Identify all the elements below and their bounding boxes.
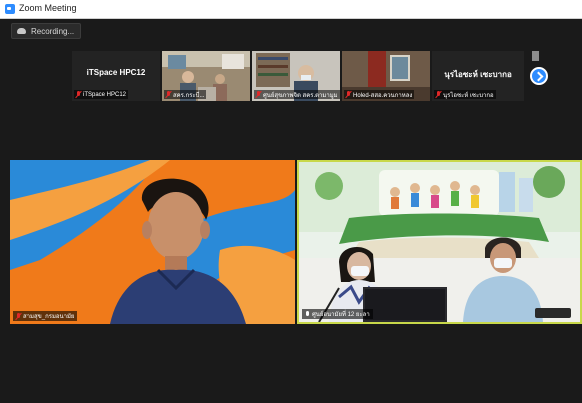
participant-caption-text: Holed-สสอ.ควนกาหลง (353, 92, 413, 99)
video-feed (299, 162, 580, 322)
video-tile-active-speaker[interactable]: ศูนย์อนามัยที่ 12 ยะลา (297, 160, 582, 324)
video-feed (10, 160, 295, 324)
participant-caption: นุรไอซะห์ เซะบากอ (434, 90, 496, 99)
mic-on-icon (305, 310, 310, 318)
participant-thumbnail[interactable]: iTSpace HPC12 iTSpace HPC12 (72, 51, 160, 101)
participant-caption: สามสุข_กรมอนามัย (13, 311, 78, 321)
participant-caption: ศูนย์สุขภาพจิต สคร.ตามามูม (254, 90, 340, 99)
participant-thumbnail[interactable]: Holed-สสอ.ควนกาหลง (342, 51, 430, 101)
participant-caption: Holed-สสอ.ควนกาหลง (344, 90, 415, 99)
participant-thumbnail[interactable]: สคร.กระบี่... (162, 51, 250, 101)
video-tile-left[interactable]: สามสุข_กรมอนามัย (10, 160, 295, 324)
participant-caption-text: นุรไอซะห์ เซะบากอ (443, 92, 494, 99)
participant-caption: ศูนย์อนามัยที่ 12 ยะลา (302, 309, 373, 319)
participant-name-large: นุรไอซะห์ เซะบากอ (444, 70, 512, 79)
mic-muted-icon (16, 312, 21, 320)
title-bar: Zoom Meeting (0, 0, 582, 19)
participant-thumbnail[interactable]: นุรไอซะห์ เซะบากอ นุรไอซะห์ เซะบากอ (432, 51, 524, 101)
recording-label: Recording... (31, 26, 75, 36)
recording-indicator[interactable]: Recording... (11, 23, 81, 39)
participant-caption-text: iTSpace HPC12 (83, 91, 127, 98)
participant-caption-text: สามสุข_กรมอนามัย (23, 314, 75, 320)
mic-muted-icon (76, 91, 81, 98)
zoom-app-icon (5, 4, 15, 14)
window-title: Zoom Meeting (19, 3, 77, 13)
mic-muted-icon (346, 91, 351, 98)
participant-caption-text: ศูนย์สุขภาพจิต สคร.ตามามูม (263, 92, 338, 99)
participant-thumbnail[interactable]: ศูนย์สุขภาพจิต สคร.ตามามูม (252, 51, 340, 101)
mic-muted-icon (166, 91, 171, 98)
mic-muted-icon (436, 91, 441, 98)
cloud-recording-icon (17, 28, 26, 34)
participant-caption-text: ศูนย์อนามัยที่ 12 ยะลา (312, 312, 370, 318)
participant-caption: สคร.กระบี่... (164, 90, 207, 99)
participant-caption-text: สคร.กระบี่... (173, 92, 205, 99)
participant-caption: iTSpace HPC12 (74, 90, 129, 99)
next-page-arrow-icon[interactable] (530, 67, 548, 85)
mic-muted-icon (256, 91, 261, 98)
participant-name-large: iTSpace HPC12 (86, 68, 146, 77)
thumbnail-strip-edge (532, 51, 539, 61)
